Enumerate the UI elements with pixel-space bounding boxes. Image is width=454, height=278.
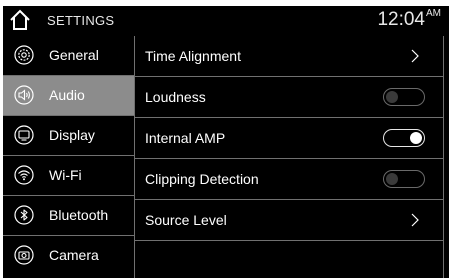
sidebar-item-camera[interactable]: Camera	[3, 236, 134, 276]
sidebar-item-label: Wi-Fi	[49, 167, 82, 183]
setting-row-source-level[interactable]: Source Level	[135, 200, 443, 241]
bluetooth-icon	[14, 205, 34, 225]
sidebar-item-wifi[interactable]: Wi-Fi	[3, 156, 134, 196]
head-unit-display: SETTINGS 12:04AM General Audio Display W…	[3, 6, 449, 278]
toggle-knob	[386, 91, 398, 103]
setting-row-internal-amp[interactable]: Internal AMP	[135, 118, 443, 159]
sidebar-item-display[interactable]: Display	[3, 116, 134, 156]
sidebar-item-label: Bluetooth	[49, 207, 109, 223]
setting-row-time-alignment[interactable]: Time Alignment	[135, 36, 443, 77]
chevron-right-icon	[411, 213, 419, 227]
internal-amp-toggle[interactable]	[383, 129, 425, 147]
camera-icon	[14, 245, 34, 265]
toggle-knob	[386, 173, 398, 185]
setting-label: Loudness	[145, 89, 206, 105]
wifi-icon	[14, 165, 34, 185]
chevron-right-icon	[411, 49, 419, 63]
sidebar-item-audio[interactable]: Audio	[3, 76, 134, 116]
setting-label: Source Level	[145, 212, 227, 228]
setting-row-loudness[interactable]: Loudness	[135, 77, 443, 118]
toggle-knob	[410, 132, 422, 144]
setting-label: Internal AMP	[145, 130, 226, 146]
clock-ampm: AM	[426, 8, 441, 19]
clock-time: 12:04	[377, 9, 425, 30]
top-bar: SETTINGS 12:04AM	[3, 6, 449, 36]
audio-settings-list: Time Alignment Loudness Internal AMP Cli…	[135, 36, 443, 278]
display-icon	[14, 125, 34, 145]
sidebar-item-label: General	[49, 47, 99, 63]
setting-label: Time Alignment	[145, 48, 241, 64]
speaker-icon	[14, 85, 34, 105]
loudness-toggle[interactable]	[383, 88, 425, 106]
scroll-track	[443, 36, 444, 278]
setting-row-clipping-detection[interactable]: Clipping Detection	[135, 159, 443, 200]
sidebar-item-label: Camera	[49, 247, 99, 263]
screen: SETTINGS 12:04AM General Audio Display W…	[0, 0, 454, 278]
gear-icon	[14, 45, 34, 65]
clipping-detection-toggle[interactable]	[383, 170, 425, 188]
sidebar: General Audio Display Wi-Fi Bluetooth Ca…	[3, 36, 134, 278]
setting-label: Clipping Detection	[145, 171, 259, 187]
sidebar-item-label: Display	[49, 127, 95, 143]
sidebar-item-general[interactable]: General	[3, 36, 134, 76]
home-icon[interactable]	[9, 9, 31, 31]
sidebar-item-label: Audio	[49, 87, 85, 103]
clock: 12:04AM	[377, 8, 441, 31]
page-title: SETTINGS	[47, 13, 115, 28]
sidebar-item-bluetooth[interactable]: Bluetooth	[3, 196, 134, 236]
